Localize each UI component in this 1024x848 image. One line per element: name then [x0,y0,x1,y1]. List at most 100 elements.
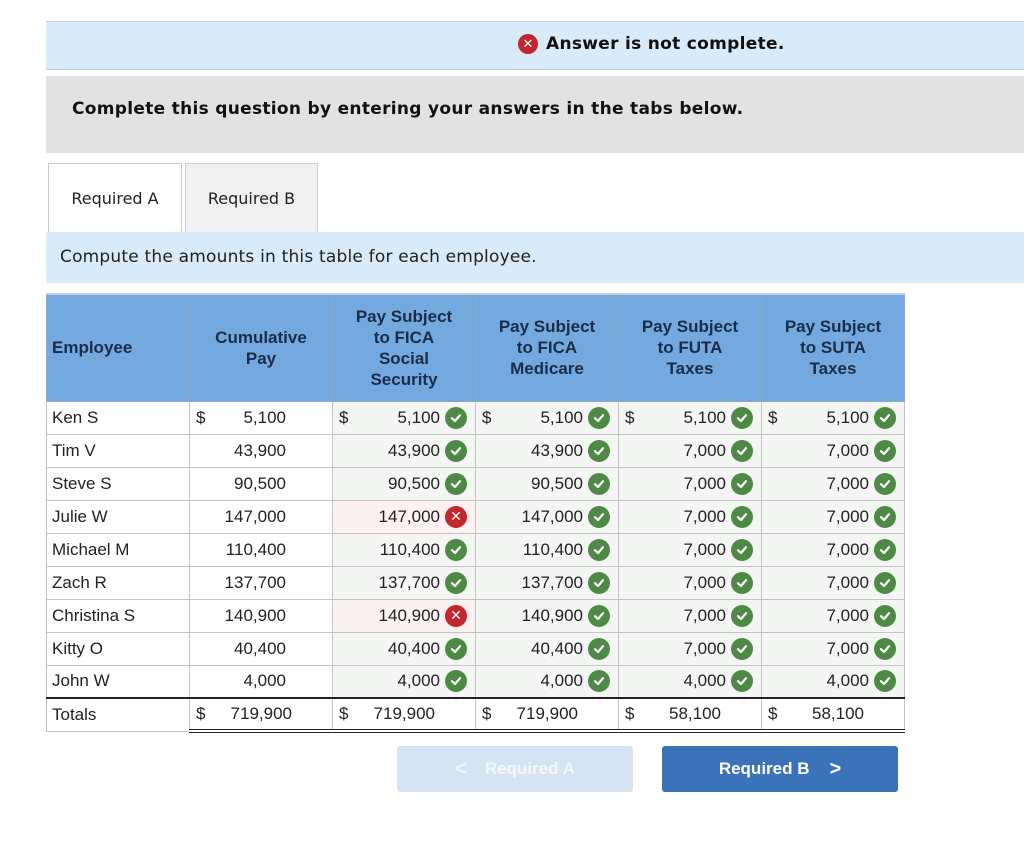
total-cumulative-value: 719,900 [230,704,292,723]
currency-symbol: $ [339,407,349,427]
check-circle-icon [445,439,467,462]
header-futa: Pay Subject to FUTA Taxes [618,293,762,402]
check-circle-icon [445,670,467,693]
medicare-answer-input[interactable]: 43,900 [475,433,619,468]
check-circle-icon [588,406,610,429]
check-circle-icon [731,571,753,594]
check-circle-icon [731,604,753,627]
suta-answer-input[interactable]: 7,000 [761,532,905,567]
suta-answer-value: 7,000 [826,638,869,658]
suta-answer-input[interactable]: 7,000 [761,433,905,468]
check-circle-icon [588,571,610,594]
currency-symbol: $ [768,704,778,723]
check-circle-icon [588,637,610,660]
tab-required-a[interactable]: Required A [48,163,182,232]
cumulative-pay-value: 4,000 [243,671,286,691]
ss-answer-value: 110,400 [379,539,440,559]
header-fica-medicare-text: Pay Subject to FICA Medicare [498,317,596,379]
check-circle-icon [445,406,467,429]
check-circle-icon [731,439,753,462]
suta-answer-input[interactable]: 7,000 [761,499,905,534]
ss-answer-value: 147,000 [378,506,440,526]
futa-answer-input[interactable]: 7,000 [618,466,762,501]
error-x-icon: ✕ [445,505,467,528]
total-suta: $58,100 [761,697,905,733]
ss-answer-input[interactable]: 90,500 [332,466,476,501]
ss-answer-input[interactable]: 4,000 [332,664,476,699]
totals-label: Totals [46,697,190,732]
error-x-icon: ✕ [445,604,467,627]
result-banner-text: Answer is not complete. [546,34,785,54]
employee-name: Zach R [46,565,190,600]
check-circle-icon [731,670,753,693]
futa-answer-input[interactable]: 7,000 [618,565,762,600]
header-futa-text: Pay Subject to FUTA Taxes [641,317,739,379]
ss-answer-input[interactable]: 147,000 ✕ [332,499,476,534]
ss-answer-input[interactable]: $5,100 [332,400,476,435]
error-x-icon: ✕ [518,34,538,54]
check-circle-icon [445,472,467,495]
suta-answer-input[interactable]: 7,000 [761,598,905,633]
table-row: Michael M 110,400 110,400 110,400 7,000 7,000 [46,532,905,567]
futa-answer-input[interactable]: 7,000 [618,499,762,534]
currency-symbol: $ [482,704,492,723]
futa-answer-input[interactable]: 7,000 [618,598,762,633]
check-circle-icon [588,439,610,462]
futa-answer-input[interactable]: 7,000 [618,631,762,666]
ss-answer-input[interactable]: 43,900 [332,433,476,468]
futa-answer-input[interactable]: 4,000 [618,664,762,699]
suta-answer-input[interactable]: $5,100 [761,400,905,435]
ss-answer-input[interactable]: 40,400 [332,631,476,666]
next-required-b-button[interactable]: Required B > [662,746,898,792]
cumulative-pay-cell: 137,700 [189,565,333,600]
ss-answer-input[interactable]: 137,700 [332,565,476,600]
employee-name: Christina S [46,598,190,633]
suta-answer-value: 7,000 [826,506,869,526]
medicare-answer-input[interactable]: 140,900 [475,598,619,633]
futa-answer-value: 7,000 [683,605,726,625]
tab-required-b[interactable]: Required B [185,163,318,232]
header-suta: Pay Subject to SUTA Taxes [761,293,905,402]
futa-answer-input[interactable]: 7,000 [618,433,762,468]
medicare-answer-input[interactable]: 90,500 [475,466,619,501]
table-row: John W 4,000 4,000 4,000 4,000 4,000 [46,664,905,699]
cumulative-pay-cell: 110,400 [189,532,333,567]
medicare-answer-value: 137,700 [521,572,583,592]
medicare-answer-input[interactable]: $5,100 [475,400,619,435]
ss-answer-value: 140,900 [378,605,440,625]
medicare-answer-value: 140,900 [521,605,583,625]
table-row: Steve S 90,500 90,500 90,500 7,000 7,000 [46,466,905,501]
header-fica-ss-text: Pay Subject to FICA Social Security [355,306,453,389]
cumulative-pay-cell: 147,000 [189,499,333,534]
futa-answer-value: 7,000 [683,572,726,592]
medicare-answer-value: 147,000 [521,506,583,526]
cumulative-pay-value: 5,100 [243,407,286,427]
check-circle-icon [874,472,896,495]
suta-answer-input[interactable]: 7,000 [761,631,905,666]
suta-answer-value: 7,000 [826,572,869,592]
medicare-answer-input[interactable]: 40,400 [475,631,619,666]
medicare-answer-input[interactable]: 4,000 [475,664,619,699]
table-row: Kitty O 40,400 40,400 40,400 7,000 7,000 [46,631,905,666]
employee-name: Ken S [46,400,190,435]
ss-answer-input[interactable]: 140,900 ✕ [332,598,476,633]
medicare-answer-input[interactable]: 147,000 [475,499,619,534]
cumulative-pay-cell: $5,100 [189,400,333,435]
prev-button-label: Required A [484,759,575,778]
instruction-panel: Complete this question by entering your … [46,76,1024,153]
table-row: Tim V 43,900 43,900 43,900 7,000 7,000 [46,433,905,468]
futa-answer-input[interactable]: $5,100 [618,400,762,435]
prev-required-a-button[interactable]: < Required A [397,746,633,792]
cumulative-pay-value: 140,900 [224,605,286,625]
ss-answer-value: 5,100 [397,407,440,427]
ss-answer-input[interactable]: 110,400 [332,532,476,567]
medicare-answer-input[interactable]: 137,700 [475,565,619,600]
total-cumulative: $719,900 [189,697,333,733]
suta-answer-input[interactable]: 4,000 [761,664,905,699]
futa-answer-input[interactable]: 7,000 [618,532,762,567]
medicare-answer-input[interactable]: 110,400 [475,532,619,567]
suta-answer-input[interactable]: 7,000 [761,466,905,501]
suta-answer-value: 7,000 [826,440,869,460]
suta-answer-input[interactable]: 7,000 [761,565,905,600]
employee-name: Kitty O [46,631,190,666]
